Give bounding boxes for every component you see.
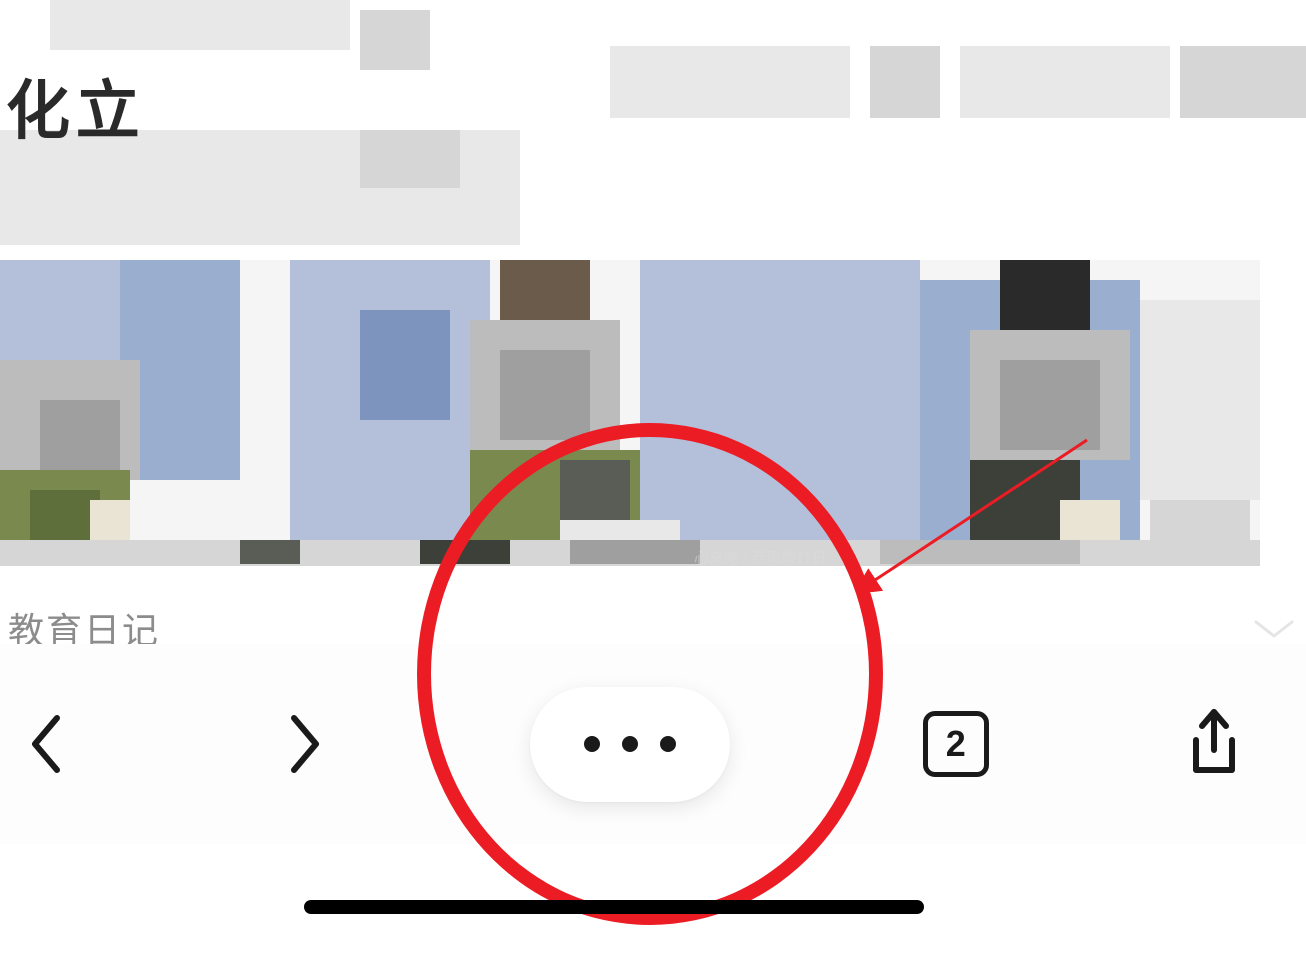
more-dots-icon — [584, 736, 600, 752]
chevron-down-icon[interactable] — [1250, 614, 1298, 642]
chevron-right-icon — [283, 712, 325, 776]
home-indicator — [304, 900, 924, 914]
more-dots-icon — [660, 736, 676, 752]
page-root: 化 立 心来 — [0, 0, 1306, 973]
bottom-toolbar: 2 — [0, 644, 1306, 844]
chevron-left-icon — [26, 712, 68, 776]
photo-watermark: 心来吧 / 西思教打日 — [694, 547, 827, 568]
more-dots-icon — [622, 736, 638, 752]
back-button[interactable] — [15, 712, 79, 776]
partial-title: 化 立 — [6, 60, 134, 152]
forward-button[interactable] — [272, 712, 336, 776]
tabs-button[interactable]: 2 — [923, 711, 989, 777]
share-button[interactable] — [1182, 708, 1246, 780]
share-icon — [1182, 708, 1246, 780]
menu-button[interactable] — [530, 687, 730, 802]
tabs-count: 2 — [946, 723, 966, 765]
content-area-blurred: 化 立 心来 — [0, 0, 1306, 640]
